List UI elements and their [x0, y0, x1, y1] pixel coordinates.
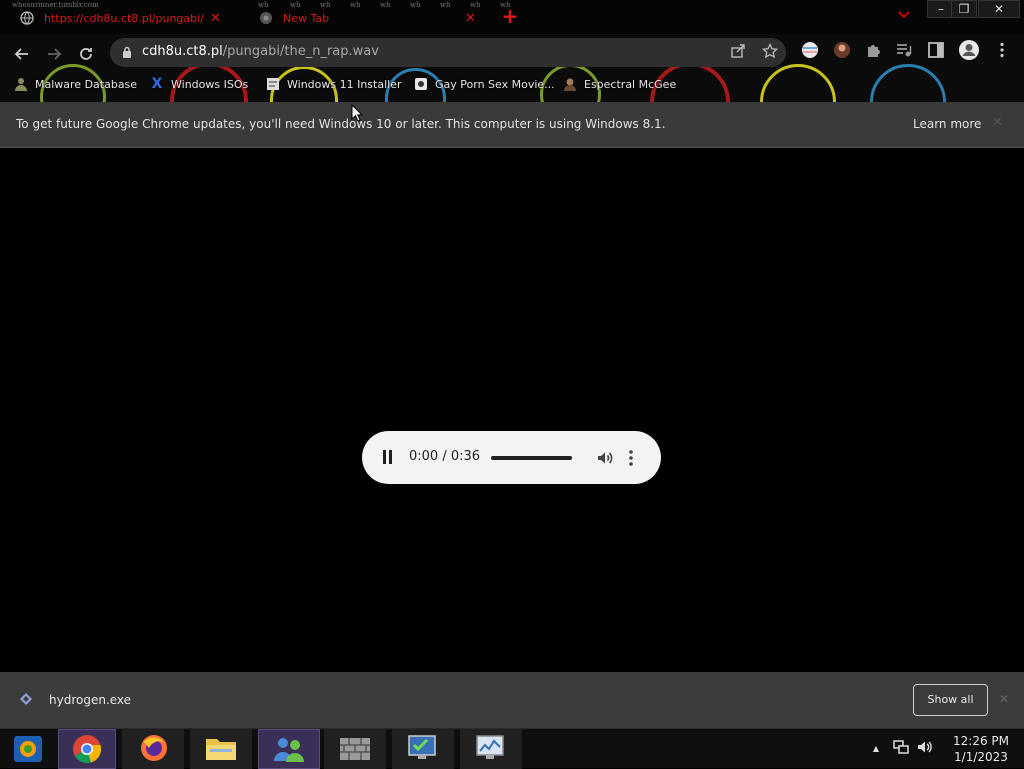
window-close-button[interactable]: ✕	[978, 0, 1020, 18]
monitor-check-icon	[408, 735, 436, 759]
bookmark-windows-isos[interactable]: X Windows ISOs	[150, 74, 249, 94]
title-bar: whosurinner.tumblr.com wh wh wh wh wh wh…	[0, 0, 1024, 34]
profile-avatar-icon[interactable]	[958, 39, 980, 61]
person-icon	[14, 77, 28, 91]
extensions-puzzle-icon[interactable]	[864, 40, 884, 60]
system-clock[interactable]: 12:26 PM 1/1/2023	[945, 733, 1017, 765]
tab-title: New Tab	[283, 11, 330, 25]
reload-icon	[80, 48, 92, 60]
brick-wall-icon	[340, 738, 370, 760]
volume-tray-icon[interactable]	[916, 739, 934, 759]
pause-icon	[383, 450, 386, 464]
globe-icon	[20, 11, 34, 25]
bookmark-label: Espectral McGee	[584, 77, 677, 91]
windows-logo-icon	[14, 736, 42, 762]
infobar-message: To get future Google Chrome updates, you…	[16, 117, 666, 131]
forward-button[interactable]	[42, 42, 66, 66]
learn-more-link[interactable]: Learn more	[913, 117, 981, 131]
url-text: cdh8u.ct8.pl/pungabi/the_n_rap.wav	[142, 44, 379, 59]
bookmark-label: Windows 11 Installer	[287, 77, 402, 91]
page-content: 0:00 / 0:36	[0, 148, 1024, 672]
shelf-close-button[interactable]: ✕	[999, 692, 1009, 706]
seek-slider[interactable]	[491, 456, 572, 460]
tab-new-tab[interactable]: New Tab ✕	[259, 4, 476, 32]
taskbar-chrome[interactable]	[58, 729, 116, 769]
bookmark-label: Gay Porn Sex Movie...	[435, 77, 555, 91]
taskbar-file-explorer[interactable]	[190, 729, 252, 769]
tab-active[interactable]: https://cdh8u.ct8.pl/pungabi/the ✕	[20, 4, 221, 32]
browser-toolbar: cdh8u.ct8.pl/pungabi/the_n_rap.wav Malwa…	[0, 34, 1024, 102]
more-vert-icon	[629, 450, 633, 466]
tab-search-icon[interactable]	[897, 10, 911, 23]
side-panel-icon[interactable]	[926, 40, 946, 60]
media-controls-icon[interactable]	[894, 40, 914, 60]
new-tab-button[interactable]: +	[500, 6, 520, 26]
monitor-chart-icon	[476, 735, 504, 759]
audio-player: 0:00 / 0:36	[362, 431, 661, 484]
show-hidden-icons-button[interactable]: ▲	[870, 739, 882, 759]
download-shelf: hydrogen.exe Show all ✕	[0, 672, 1024, 728]
chrome-icon	[73, 735, 102, 764]
firefox-icon	[141, 735, 167, 761]
volume-icon	[598, 452, 613, 464]
extension-avatar-icon[interactable]	[832, 40, 852, 60]
clock-date: 1/1/2023	[954, 750, 1008, 764]
folder-icon	[206, 739, 236, 760]
tab-close-button[interactable]: ✕	[465, 11, 476, 26]
restore-button[interactable]: ❐	[951, 0, 977, 18]
network-icon[interactable]	[892, 739, 910, 759]
show-all-downloads-button[interactable]: Show all	[913, 684, 988, 716]
bookmark-label: Malware Database	[35, 77, 138, 91]
theme-decoration	[760, 64, 836, 102]
playback-time: 0:00 / 0:36	[409, 449, 481, 464]
start-button[interactable]	[0, 729, 56, 769]
mouse-cursor-icon	[351, 104, 363, 122]
taskbar-people-app[interactable]	[258, 729, 320, 769]
x-logo-icon: X	[151, 76, 163, 92]
more-options-button[interactable]	[628, 449, 634, 467]
share-icon[interactable]	[728, 43, 748, 63]
bookmark-espectral-mcgee[interactable]: Espectral McGee	[563, 74, 676, 94]
site-favicon-icon	[414, 77, 428, 91]
bookmark-star-icon[interactable]	[760, 42, 780, 63]
people-icon	[274, 738, 304, 762]
download-item-filename[interactable]: hydrogen.exe	[49, 693, 131, 707]
update-infobar: To get future Google Chrome updates, you…	[0, 102, 1024, 148]
person-icon	[563, 77, 577, 91]
extension-flag-icon[interactable]	[800, 40, 820, 60]
taskbar-performance-monitor[interactable]	[460, 729, 522, 769]
tab-close-button[interactable]: ✕	[210, 11, 221, 26]
reload-button[interactable]	[74, 42, 98, 66]
bookmark-malware-database[interactable]: Malware Database	[14, 74, 137, 94]
bookmark-windows-11-installer[interactable]: Windows 11 Installer	[266, 74, 402, 94]
menu-kebab-icon[interactable]	[992, 40, 1012, 60]
clock-time: 12:26 PM	[953, 734, 1009, 748]
arrow-left-icon	[14, 48, 28, 60]
taskbar-firefox[interactable]	[122, 729, 184, 769]
bookmark-label: Windows ISOs	[171, 77, 249, 91]
arrow-right-icon	[48, 48, 62, 60]
taskbar-remote-desktop[interactable]	[392, 729, 454, 769]
document-icon	[266, 77, 280, 91]
theme-decoration	[870, 64, 946, 102]
chrome-icon	[259, 11, 273, 25]
address-bar[interactable]: cdh8u.ct8.pl/pungabi/the_n_rap.wav	[110, 38, 786, 67]
infobar-close-button[interactable]: ✕	[992, 115, 1003, 130]
tab-title: https://cdh8u.ct8.pl/pungabi/the	[44, 11, 204, 25]
windows-taskbar: ▲ 12:26 PM 1/1/2023	[0, 728, 1024, 769]
back-button[interactable]	[10, 42, 34, 66]
volume-button[interactable]	[595, 448, 615, 468]
lock-icon	[123, 46, 131, 58]
pause-button[interactable]	[382, 450, 392, 464]
bookmark-gay-porn-sex-movie[interactable]: Gay Porn Sex Movie...	[414, 74, 555, 94]
file-diamond-icon	[20, 693, 32, 705]
taskbar-firewall[interactable]	[324, 729, 386, 769]
